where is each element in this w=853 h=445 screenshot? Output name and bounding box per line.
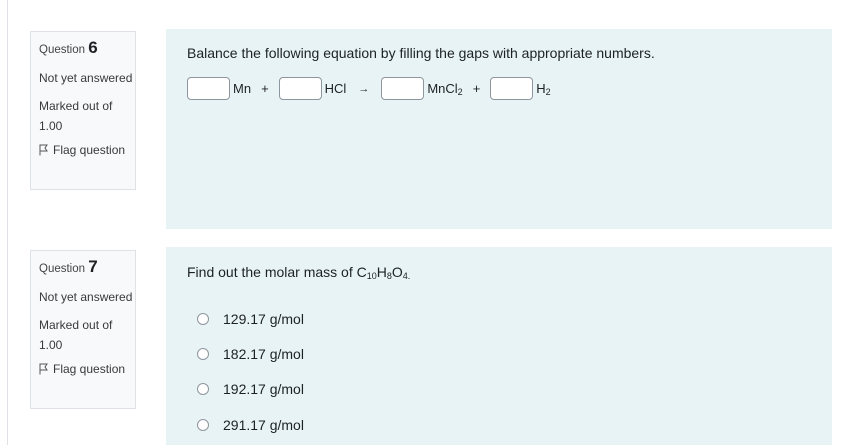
formula-o: O	[391, 264, 403, 280]
species-mncl2-main: MnCl	[427, 81, 458, 96]
question-7-content: Find out the molar mass of C10H8O4. 129.…	[166, 247, 832, 445]
page-left-border	[7, 0, 8, 445]
question-label: Question	[39, 263, 86, 275]
question-7-text: Find out the molar mass of C10H8O4.	[187, 264, 411, 281]
question-7-flag-button[interactable]: Flag question	[39, 362, 135, 376]
question-7-state: Not yet answered	[39, 290, 133, 304]
reaction-arrow: →	[358, 82, 370, 95]
answer-option-3[interactable]: 192.17 g/mol	[197, 381, 304, 397]
coefficient-input-mncl2[interactable]	[381, 77, 425, 100]
equation: Mn + HCl → MnCl2 + H2	[187, 77, 551, 100]
answer-option-label: 182.17 g/mol	[223, 346, 304, 362]
question-6-info: Question 6 Not yet answered Marked out o…	[30, 31, 136, 190]
flag-icon	[39, 144, 48, 156]
flag-question-label: Flag question	[53, 362, 126, 376]
species-h2-main: H	[536, 81, 546, 96]
coefficient-input-mn[interactable]	[187, 77, 230, 100]
answer-option-1[interactable]: 129.17 g/mol	[197, 311, 304, 327]
formula-o-subscript: 4.	[402, 271, 411, 281]
question-number: 6	[88, 38, 98, 57]
question-6-number: Question 6	[39, 38, 135, 58]
species-mncl2: MnCl2	[427, 81, 463, 97]
radio-button[interactable]	[197, 313, 209, 325]
formula-h: H	[376, 264, 387, 280]
species-mn: Mn	[233, 81, 252, 96]
answer-option-2[interactable]: 182.17 g/mol	[197, 346, 304, 362]
coefficient-input-hcl[interactable]	[278, 77, 322, 100]
question-7-number: Question 7	[39, 257, 135, 277]
formula-c-subscript: 10	[366, 271, 377, 281]
radio-button[interactable]	[197, 348, 209, 360]
question-6-text: Balance the following equation by fillin…	[187, 45, 655, 61]
flag-question-label: Flag question	[53, 143, 126, 157]
question-6-flag-button[interactable]: Flag question	[39, 143, 135, 157]
radio-button[interactable]	[197, 383, 209, 395]
species-mncl2-subscript: 2	[457, 87, 463, 97]
question-6-state: Not yet answered	[39, 71, 133, 85]
answer-option-label: 291.17 g/mol	[223, 417, 304, 433]
answer-option-label: 192.17 g/mol	[223, 381, 304, 397]
species-h2: H2	[536, 81, 551, 97]
question-6-grade: Marked out of 1.00	[39, 99, 113, 133]
answer-option-4[interactable]: 291.17 g/mol	[197, 417, 304, 433]
answer-option-label: 129.17 g/mol	[223, 311, 304, 327]
question-7-text-prefix: Find out the molar mass of C	[187, 264, 367, 280]
species-hcl: HCl	[324, 81, 347, 96]
radio-button[interactable]	[197, 419, 209, 431]
question-6-content: Balance the following equation by fillin…	[166, 29, 832, 229]
coefficient-input-h2[interactable]	[490, 77, 534, 100]
question-7-info: Question 7 Not yet answered Marked out o…	[30, 250, 136, 409]
species-h2-subscript: 2	[545, 87, 551, 97]
plus-sign: +	[472, 81, 481, 96]
question-number: 7	[88, 257, 98, 276]
question-7-grade: Marked out of 1.00	[39, 318, 113, 352]
flag-icon	[39, 363, 48, 375]
question-label: Question	[39, 44, 86, 56]
plus-sign: +	[261, 81, 269, 96]
